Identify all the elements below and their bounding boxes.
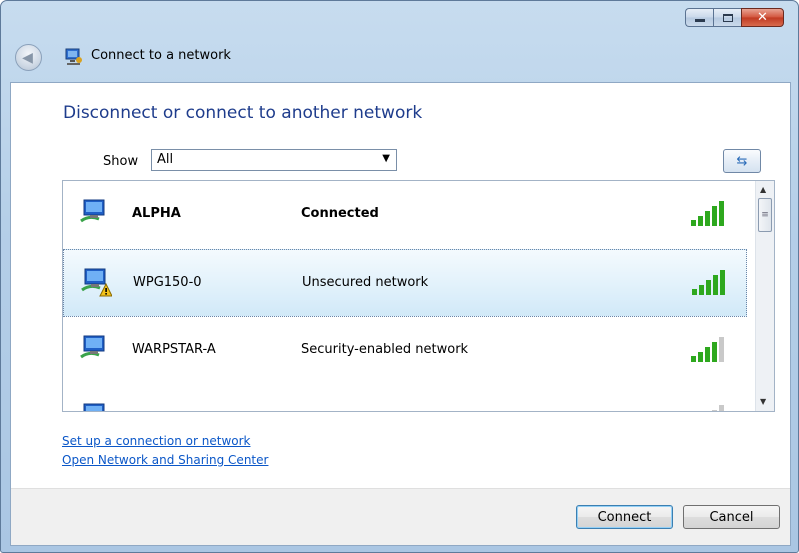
close-icon: ✕	[757, 10, 768, 25]
connect-button[interactable]: Connect	[576, 505, 673, 529]
network-row-alpha[interactable]: ALPHA Connected	[63, 181, 747, 249]
wireless-network-icon	[83, 403, 105, 411]
network-name: WPG150-0	[133, 275, 202, 290]
dialog-footer: Connect Cancel	[11, 488, 790, 545]
show-filter-value: All	[157, 152, 174, 167]
scroll-thumb[interactable]: ≡	[758, 198, 772, 232]
refresh-icon: ⇆	[736, 153, 748, 169]
network-status: Connected	[301, 206, 379, 221]
signal-strength-icon	[691, 201, 724, 226]
show-label: Show	[103, 154, 139, 169]
network-name: WARPSTAR-A	[132, 342, 216, 357]
caption-buttons: ✕	[685, 8, 784, 27]
network-status: Unsecured network	[302, 275, 429, 290]
network-row-partial[interactable]	[63, 385, 747, 411]
dropdown-arrow-icon: ▼	[382, 153, 390, 164]
show-filter-dropdown[interactable]: All ▼	[151, 149, 397, 171]
scroll-up-icon[interactable]: ▲	[760, 185, 766, 194]
network-list[interactable]: ALPHA Connected WPG150-0 Unsecured netwo…	[62, 180, 775, 412]
signal-strength-icon	[691, 337, 724, 362]
network-row-wpg150[interactable]: WPG150-0 Unsecured network	[63, 249, 747, 317]
signal-strength-icon	[692, 270, 725, 295]
network-row-warpstar[interactable]: WARPSTAR-A Security-enabled network	[63, 317, 747, 385]
dialog-window: ✕ ◀ Connect to a network Disconnect or c…	[0, 0, 799, 553]
list-scrollbar[interactable]: ▲ ≡ ▼	[755, 181, 774, 411]
maximize-icon	[722, 13, 733, 22]
back-button[interactable]: ◀	[15, 44, 42, 71]
refresh-button[interactable]: ⇆	[723, 149, 761, 173]
unsecured-network-icon	[81, 268, 112, 297]
network-app-icon	[65, 48, 82, 65]
setup-connection-link[interactable]: Set up a connection or network	[62, 434, 250, 448]
network-status: Security-enabled network	[301, 342, 469, 357]
page-heading: Disconnect or connect to another network	[63, 103, 423, 123]
minimize-button[interactable]	[685, 8, 713, 27]
network-sharing-center-link[interactable]: Open Network and Sharing Center	[62, 453, 268, 467]
wireless-network-icon	[80, 335, 105, 359]
minimize-icon	[694, 19, 705, 22]
cancel-button[interactable]: Cancel	[683, 505, 780, 529]
network-name: ALPHA	[132, 206, 181, 221]
back-arrow-icon: ◀	[22, 49, 33, 66]
signal-strength-icon	[712, 405, 724, 411]
dialog-content: Disconnect or connect to another network…	[10, 82, 791, 546]
scroll-down-icon[interactable]: ▼	[760, 397, 766, 406]
window-title: Connect to a network	[91, 48, 231, 63]
close-button[interactable]: ✕	[741, 8, 784, 27]
wireless-network-icon	[80, 199, 105, 223]
maximize-button[interactable]	[713, 8, 741, 27]
